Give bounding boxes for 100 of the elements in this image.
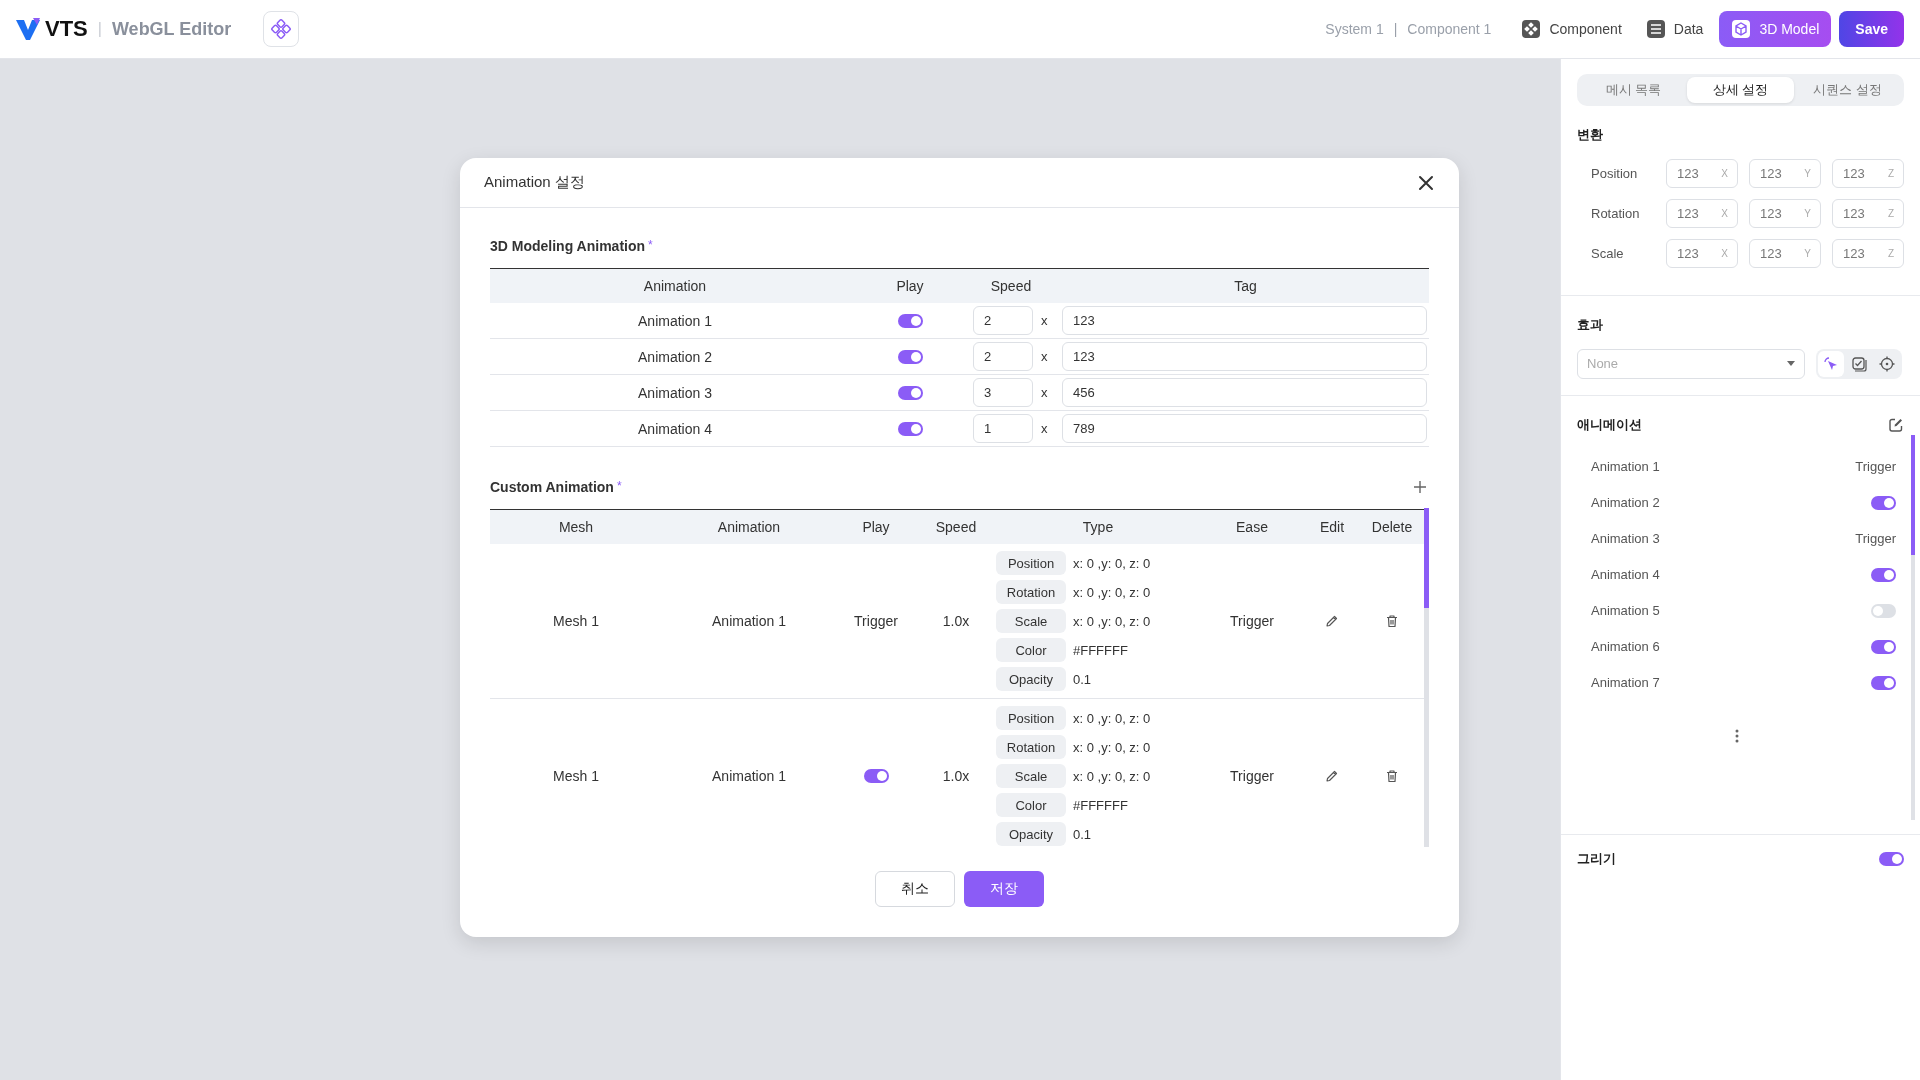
toggle-switch[interactable] <box>897 349 923 364</box>
effect-dropdown[interactable]: None <box>1577 348 1805 379</box>
scrollbar-thumb[interactable] <box>1424 508 1429 608</box>
column-header: Edit <box>1318 519 1346 535</box>
number-field[interactable]: 123 Y <box>1749 158 1821 188</box>
type-tag: Opacity <box>996 822 1066 846</box>
trigger-label: Trigger <box>1855 459 1896 475</box>
number-field[interactable]: 123 Y <box>1749 198 1821 228</box>
type-value: x: 0 ,y: 0, z: 0 <box>1073 710 1151 726</box>
breadcrumb-item[interactable]: Component 1 <box>1407 21 1492 37</box>
toggle-switch[interactable] <box>1871 603 1896 618</box>
column-header: Type <box>1081 519 1115 535</box>
table-cell-text: Trigger <box>1229 768 1275 784</box>
tab[interactable]: 메시 목록 <box>1580 77 1687 103</box>
number-field[interactable]: 123 X <box>1666 238 1738 268</box>
database-icon <box>1645 19 1666 39</box>
toggle-switch[interactable] <box>897 313 923 328</box>
edit-button[interactable] <box>1325 614 1339 628</box>
number-field[interactable]: 123 X <box>1666 198 1738 228</box>
toggle-switch[interactable] <box>863 769 889 783</box>
column-header: Mesh <box>557 519 595 535</box>
table-cell-text: Animation 1 <box>637 312 713 329</box>
type-value: x: 0 ,y: 0, z: 0 <box>1073 584 1151 600</box>
save-button[interactable]: Save <box>1839 11 1904 47</box>
delete-button[interactable] <box>1385 769 1399 783</box>
scrollbar[interactable] <box>1911 434 1915 820</box>
tag-field[interactable]: 789 <box>1062 414 1427 443</box>
tool-button[interactable] <box>1818 350 1844 377</box>
type-value: x: 0 ,y: 0, z: 0 <box>1073 768 1151 784</box>
required-mark: * <box>616 479 622 495</box>
type-value: 0.1 <box>1073 671 1092 687</box>
speed-field[interactable]: 2 <box>973 306 1033 335</box>
edit-button[interactable] <box>1325 769 1339 783</box>
cancel-button[interactable]: 취소 <box>875 871 955 907</box>
column-header: Tag <box>1233 278 1258 294</box>
component-button[interactable] <box>263 11 300 47</box>
crosshair-icon <box>1879 355 1895 372</box>
edit-button[interactable] <box>1888 416 1904 433</box>
save-button[interactable]: 저장 <box>964 871 1044 907</box>
toggle-switch[interactable] <box>1871 495 1896 510</box>
more-icon[interactable] <box>1734 728 1739 743</box>
speed-field[interactable]: 1 <box>973 414 1033 443</box>
close-button[interactable] <box>1417 173 1435 192</box>
nav-button[interactable]: Data <box>1637 11 1712 47</box>
toggle-switch[interactable] <box>1871 567 1896 582</box>
trash-icon <box>1385 769 1399 783</box>
nav-button[interactable]: 3D Model <box>1719 11 1832 47</box>
field-label: Rotation <box>1591 205 1641 221</box>
speed-field[interactable]: 2 <box>973 342 1033 371</box>
column-header: Animation <box>642 278 708 294</box>
separator: | <box>1393 21 1398 37</box>
breadcrumb-item[interactable]: System 1 <box>1325 21 1384 37</box>
speed-field[interactable]: 3 <box>973 378 1033 407</box>
scrollbar[interactable] <box>1424 508 1429 847</box>
animation-name: Animation 5 <box>1591 603 1660 619</box>
axis-label: Y <box>1804 247 1811 259</box>
diamond-grid-icon <box>271 19 292 39</box>
tab[interactable]: 시퀀스 설정 <box>1794 77 1901 103</box>
number-field[interactable]: 123 Z <box>1832 158 1904 188</box>
number-field[interactable]: 123 Z <box>1832 198 1904 228</box>
scrollbar-thumb[interactable] <box>1911 434 1915 555</box>
tag-field[interactable]: 123 <box>1062 306 1427 335</box>
toggle-switch[interactable] <box>1871 639 1896 654</box>
table-cell-text: Animation 4 <box>637 420 713 437</box>
type-tag: Scale <box>996 764 1066 788</box>
tab[interactable]: 상세 설정 <box>1687 77 1794 103</box>
toggle-switch[interactable] <box>1871 675 1896 690</box>
column-header: Speed <box>989 278 1033 294</box>
trash-icon <box>1385 614 1399 628</box>
section-title: Custom Animation <box>490 479 614 495</box>
number-field[interactable]: 123 Y <box>1749 238 1821 268</box>
tag-field[interactable]: 123 <box>1062 342 1427 371</box>
dialog-title: Animation 설정 <box>484 173 585 192</box>
type-value: x: 0 ,y: 0, z: 0 <box>1073 739 1151 755</box>
field-value: 123 <box>1677 205 1699 221</box>
type-value: x: 0 ,y: 0, z: 0 <box>1073 555 1151 571</box>
toggle-switch[interactable] <box>1879 851 1904 866</box>
section-title: 3D Modeling Animation <box>490 238 646 254</box>
animation-name: Animation 1 <box>1591 459 1660 475</box>
toggle-switch[interactable] <box>897 421 923 436</box>
axis-label: X <box>1721 207 1728 219</box>
section-title: 애니메이션 <box>1577 415 1642 434</box>
type-value: x: 0 ,y: 0, z: 0 <box>1073 613 1151 629</box>
delete-button[interactable] <box>1385 614 1399 628</box>
trigger-label: Trigger <box>1855 531 1896 547</box>
section-title: 변환 <box>1577 125 1603 144</box>
edit-icon <box>1888 416 1904 433</box>
pencil-icon <box>1325 614 1339 628</box>
puzzle-icon <box>1521 19 1542 39</box>
number-field[interactable]: 123 Z <box>1832 238 1904 268</box>
nav-button[interactable]: Component <box>1513 11 1630 47</box>
section-title: 그리기 <box>1577 849 1616 868</box>
tag-field[interactable]: 456 <box>1062 378 1427 407</box>
number-field[interactable]: 123 X <box>1666 158 1738 188</box>
add-button[interactable] <box>1413 480 1427 494</box>
column-header: Ease <box>1235 519 1269 535</box>
type-tag: Position <box>996 706 1066 730</box>
close-icon <box>1417 173 1435 192</box>
animation-name: Animation 2 <box>1591 495 1660 511</box>
toggle-switch[interactable] <box>897 385 923 400</box>
